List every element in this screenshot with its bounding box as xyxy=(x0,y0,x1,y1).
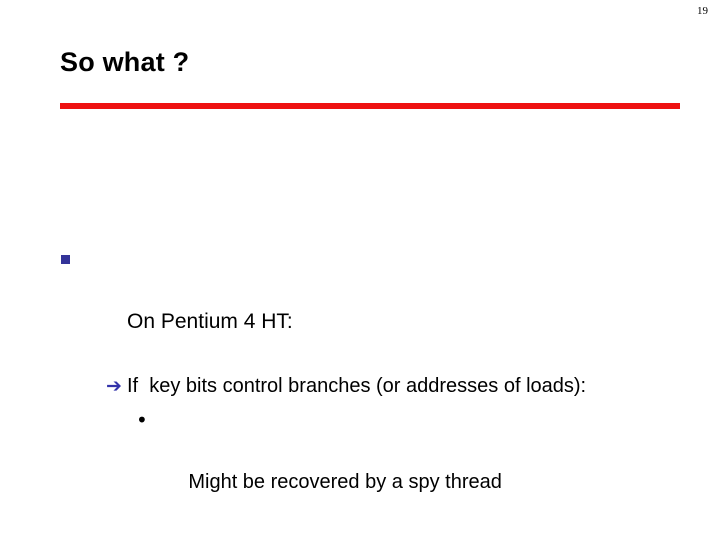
list-item: ➔ If key bits control branches (or addre… xyxy=(0,371,720,402)
list-item-label: Might be recovered by a spy thread xyxy=(188,471,502,493)
list-item: On Pentium 4 HT: xyxy=(0,244,720,368)
square-bullet-icon xyxy=(61,255,70,264)
slide-body: On Pentium 4 HT: ➔ If key bits control b… xyxy=(0,244,720,529)
list-item: • Might be recovered by a spy thread xyxy=(0,405,720,529)
list-item-label: If key bits control branches (or address… xyxy=(127,375,587,397)
red-horizontal-rule xyxy=(60,103,680,109)
page-number: 19 xyxy=(697,5,708,17)
arrow-right-bullet-icon: ➔ xyxy=(106,375,122,397)
round-bullet-icon: • xyxy=(136,408,148,432)
page-title: So what ? xyxy=(60,47,190,77)
slide-canvas: 19 So what ? On Pentium 4 HT: ➔ If key b… xyxy=(0,0,720,540)
list-item-label: On Pentium 4 HT: xyxy=(127,310,293,333)
